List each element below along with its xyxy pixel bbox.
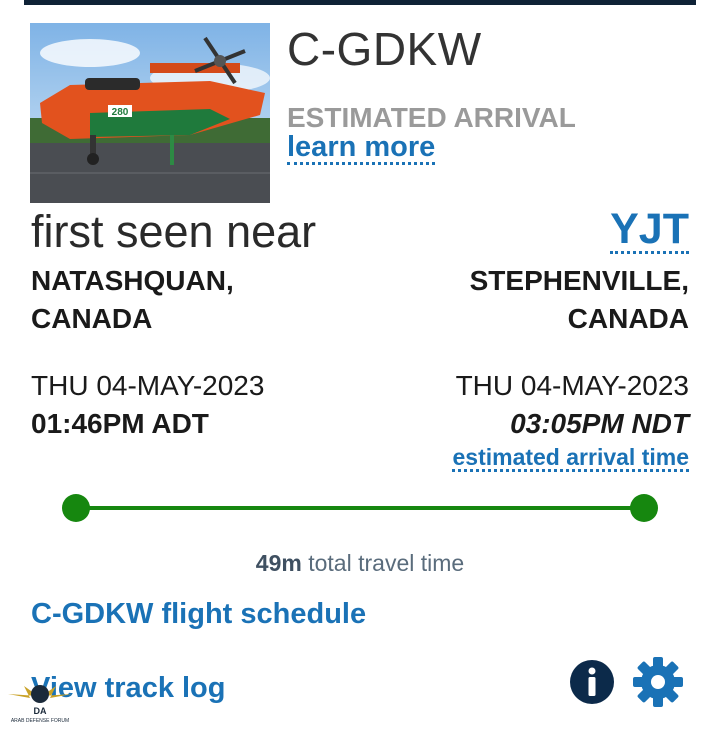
origin-marker [62, 494, 90, 522]
flight-progress-bar [62, 494, 658, 522]
total-travel-time: 49m total travel time [0, 550, 720, 577]
learn-more-link[interactable]: learn more [287, 132, 436, 165]
estimated-arrival-label: ESTIMATED ARRIVAL [287, 102, 576, 133]
watermark-text: ARAB DEFENSE FORUM [11, 718, 69, 724]
estimated-arrival-time-link[interactable]: estimated arrival time [452, 445, 689, 472]
aircraft-photo[interactable]: 280 [30, 23, 270, 203]
origin-place-line2: CANADA [31, 303, 153, 334]
destination-place: STEPHENVILLE, CANADA [389, 262, 689, 338]
travel-duration: 49m [255, 550, 302, 576]
origin-date: THU 04-MAY-2023 [31, 370, 265, 401]
info-icon[interactable] [570, 660, 614, 704]
watermark-letters: DA [34, 706, 47, 716]
origin-time: 01:46PM ADT [31, 408, 209, 439]
destination-place-line2: CANADA [567, 303, 689, 334]
origin-place-line1: NATASHQUAN, [31, 265, 234, 296]
origin-place: NATASHQUAN, CANADA [31, 262, 331, 338]
gear-icon[interactable] [632, 656, 684, 708]
aircraft-number: 280 [112, 107, 129, 118]
destination-marker [630, 494, 658, 522]
flight-schedule-link[interactable]: C-GDKW flight schedule [31, 598, 366, 631]
destination-airport-code[interactable]: YJT [610, 207, 689, 254]
travel-suffix: total travel time [308, 550, 465, 576]
progress-line [76, 506, 644, 510]
watermark-logo: DA ARAB DEFENSE FORUM [4, 672, 76, 730]
origin-heading: first seen near [31, 206, 317, 257]
destination-place-line1: STEPHENVILLE, [469, 265, 689, 296]
flight-tail-number: C-GDKW [287, 23, 482, 75]
destination-time: 03:05PM NDT [510, 408, 689, 439]
destination-date: THU 04-MAY-2023 [455, 370, 689, 401]
top-bar [24, 0, 696, 5]
